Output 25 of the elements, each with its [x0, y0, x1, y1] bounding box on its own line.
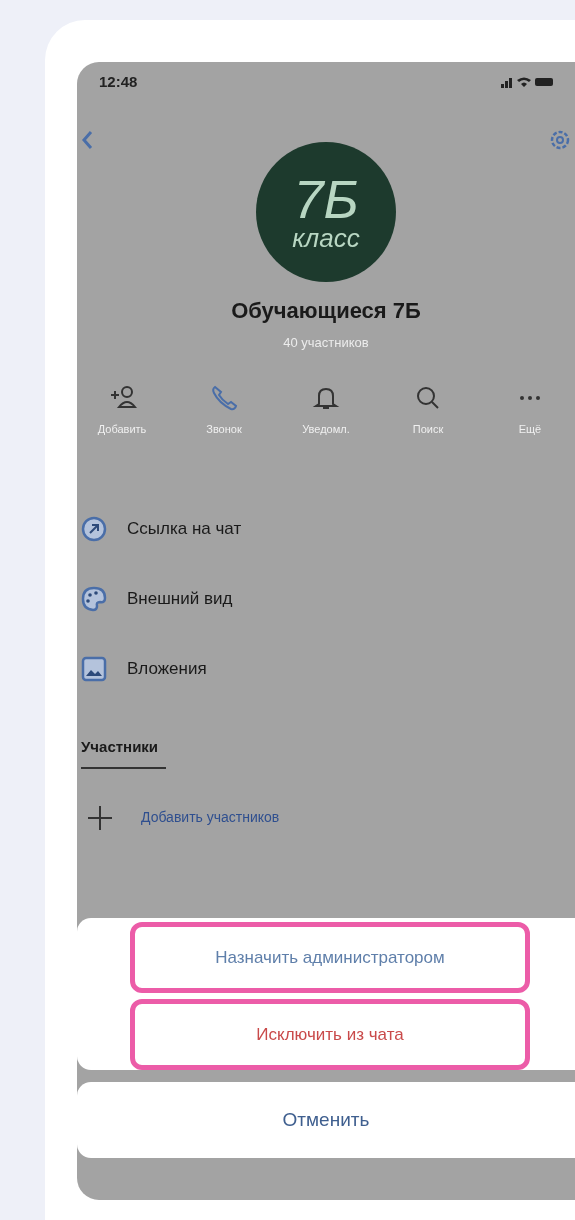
- palette-icon: [81, 586, 107, 612]
- members-tab[interactable]: Участники: [81, 736, 167, 769]
- action-label[interactable]: Ещё: [518, 420, 542, 437]
- back-icon[interactable]: [81, 130, 93, 150]
- sheet-option[interactable]: Исключить из чата: [130, 999, 530, 1070]
- avatar-number: 7Б: [293, 173, 359, 225]
- add-members-link[interactable]: Добавить участников: [141, 807, 280, 828]
- menu-item[interactable]: Вложения: [127, 656, 207, 682]
- action-label[interactable]: Добавить: [97, 420, 147, 437]
- sheet-option[interactable]: Назначить администратором: [130, 922, 530, 993]
- settings-icon[interactable]: [549, 129, 571, 151]
- menu-item[interactable]: Ссылка на чат: [127, 516, 242, 542]
- action-label[interactable]: Уведомл.: [302, 420, 350, 437]
- action-label[interactable]: Поиск: [412, 420, 444, 437]
- member-count: 40 участников: [283, 334, 369, 352]
- cancel-button[interactable]: Отменить: [77, 1082, 575, 1158]
- chat-title: Обучающиеся 7Б: [231, 297, 421, 325]
- status-icons: [501, 76, 553, 88]
- image-icon: [81, 656, 107, 682]
- status-time: 12:48: [99, 71, 138, 92]
- plus-icon: [87, 804, 113, 831]
- avatar-caption: класс: [292, 225, 360, 251]
- action-label[interactable]: Звонок: [206, 420, 242, 437]
- arrow-circle-icon: [81, 516, 107, 542]
- menu-item[interactable]: Внешний вид: [127, 586, 233, 612]
